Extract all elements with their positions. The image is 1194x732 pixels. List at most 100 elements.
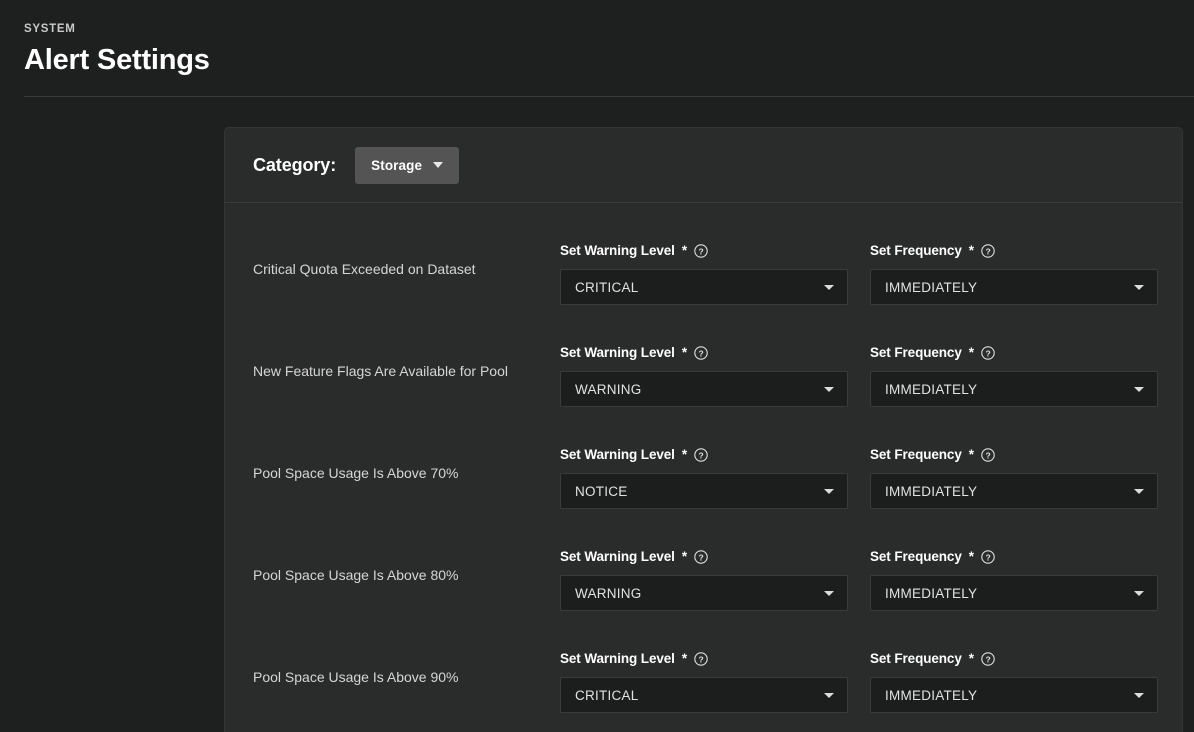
warning-level-label: Set Warning Level * ? — [560, 447, 848, 463]
warning-level-select[interactable]: WARNING — [560, 575, 848, 611]
card-header: Category: Storage — [225, 128, 1182, 203]
required-mark: * — [682, 345, 687, 361]
warning-level-field: Set Warning Level * ? CRITICAL — [560, 243, 848, 305]
alert-settings-card: Category: Storage Critical Quota Exceede… — [224, 127, 1183, 732]
help-circle-icon[interactable]: ? — [694, 550, 708, 564]
warning-level-label: Set Warning Level * ? — [560, 549, 848, 565]
frequency-value: IMMEDIATELY — [885, 688, 977, 703]
help-circle-icon[interactable]: ? — [981, 448, 995, 462]
caret-down-icon — [1134, 693, 1144, 698]
alert-name: Pool Space Usage Is Above 90% — [253, 668, 560, 713]
warning-level-label: Set Warning Level * ? — [560, 345, 848, 361]
required-mark: * — [969, 345, 974, 361]
caret-down-icon — [824, 693, 834, 698]
required-mark: * — [682, 651, 687, 667]
frequency-label: Set Frequency * ? — [870, 345, 1158, 361]
required-mark: * — [682, 549, 687, 565]
frequency-label: Set Frequency * ? — [870, 651, 1158, 667]
required-mark: * — [969, 549, 974, 565]
frequency-value: IMMEDIATELY — [885, 586, 977, 601]
alert-name: Pool Space Usage Is Above 80% — [253, 566, 560, 611]
svg-text:?: ? — [985, 450, 990, 460]
table-row: Pool Space Usage Is Above 70% Set Warnin… — [225, 407, 1182, 509]
caret-down-icon — [824, 591, 834, 596]
warning-level-label-text: Set Warning Level — [560, 549, 675, 565]
svg-text:?: ? — [985, 246, 990, 256]
frequency-value: IMMEDIATELY — [885, 280, 977, 295]
warning-level-label: Set Warning Level * ? — [560, 243, 848, 259]
category-dropdown-value: Storage — [371, 158, 422, 173]
warning-level-select[interactable]: CRITICAL — [560, 677, 848, 713]
warning-level-value: NOTICE — [575, 484, 628, 499]
table-row: Critical Quota Exceeded on Dataset Set W… — [225, 203, 1182, 305]
caret-down-icon — [1134, 489, 1144, 494]
help-circle-icon[interactable]: ? — [981, 346, 995, 360]
svg-text:?: ? — [698, 450, 703, 460]
category-dropdown[interactable]: Storage — [355, 147, 459, 184]
required-mark: * — [969, 243, 974, 259]
required-mark: * — [682, 243, 687, 259]
help-circle-icon[interactable]: ? — [981, 244, 995, 258]
svg-text:?: ? — [985, 348, 990, 358]
warning-level-field: Set Warning Level * ? CRITICAL — [560, 651, 848, 713]
alert-rows: Critical Quota Exceeded on Dataset Set W… — [225, 203, 1182, 713]
svg-text:?: ? — [985, 654, 990, 664]
svg-text:?: ? — [698, 246, 703, 256]
alert-name: Critical Quota Exceeded on Dataset — [253, 260, 560, 305]
frequency-label-text: Set Frequency — [870, 243, 962, 259]
svg-text:?: ? — [698, 348, 703, 358]
warning-level-label-text: Set Warning Level — [560, 243, 675, 259]
help-circle-icon[interactable]: ? — [694, 244, 708, 258]
warning-level-label-text: Set Warning Level — [560, 345, 675, 361]
warning-level-field: Set Warning Level * ? NOTICE — [560, 447, 848, 509]
required-mark: * — [682, 447, 687, 463]
warning-level-select[interactable]: CRITICAL — [560, 269, 848, 305]
frequency-label-text: Set Frequency — [870, 345, 962, 361]
frequency-select[interactable]: IMMEDIATELY — [870, 371, 1158, 407]
frequency-select[interactable]: IMMEDIATELY — [870, 269, 1158, 305]
frequency-field: Set Frequency * ? IMMEDIATELY — [870, 243, 1158, 305]
frequency-label-text: Set Frequency — [870, 549, 962, 565]
warning-level-label-text: Set Warning Level — [560, 651, 675, 667]
help-circle-icon[interactable]: ? — [694, 652, 708, 666]
frequency-label: Set Frequency * ? — [870, 549, 1158, 565]
frequency-label: Set Frequency * ? — [870, 243, 1158, 259]
required-mark: * — [969, 447, 974, 463]
caret-down-icon — [824, 387, 834, 392]
alert-name: New Feature Flags Are Available for Pool — [253, 362, 560, 407]
warning-level-value: WARNING — [575, 586, 642, 601]
frequency-select[interactable]: IMMEDIATELY — [870, 677, 1158, 713]
help-circle-icon[interactable]: ? — [981, 652, 995, 666]
caret-down-icon — [824, 489, 834, 494]
chevron-down-icon — [433, 162, 443, 168]
warning-level-label: Set Warning Level * ? — [560, 651, 848, 667]
frequency-field: Set Frequency * ? IMMEDIATELY — [870, 447, 1158, 509]
table-row: Pool Space Usage Is Above 80% Set Warnin… — [225, 509, 1182, 611]
frequency-label-text: Set Frequency — [870, 651, 962, 667]
frequency-label-text: Set Frequency — [870, 447, 962, 463]
warning-level-select[interactable]: NOTICE — [560, 473, 848, 509]
warning-level-value: CRITICAL — [575, 688, 639, 703]
warning-level-value: CRITICAL — [575, 280, 639, 295]
alert-name: Pool Space Usage Is Above 70% — [253, 464, 560, 509]
help-circle-icon[interactable]: ? — [694, 346, 708, 360]
table-row: Pool Space Usage Is Above 90% Set Warnin… — [225, 611, 1182, 713]
help-circle-icon[interactable]: ? — [981, 550, 995, 564]
frequency-field: Set Frequency * ? IMMEDIATELY — [870, 345, 1158, 407]
page-header: SYSTEM Alert Settings — [0, 0, 1194, 97]
caret-down-icon — [824, 285, 834, 290]
header-divider — [24, 96, 1194, 97]
warning-level-label-text: Set Warning Level — [560, 447, 675, 463]
frequency-field: Set Frequency * ? IMMEDIATELY — [870, 549, 1158, 611]
frequency-select[interactable]: IMMEDIATELY — [870, 473, 1158, 509]
required-mark: * — [969, 651, 974, 667]
frequency-value: IMMEDIATELY — [885, 484, 977, 499]
svg-text:?: ? — [698, 552, 703, 562]
svg-text:?: ? — [698, 654, 703, 664]
warning-level-select[interactable]: WARNING — [560, 371, 848, 407]
frequency-label: Set Frequency * ? — [870, 447, 1158, 463]
help-circle-icon[interactable]: ? — [694, 448, 708, 462]
frequency-select[interactable]: IMMEDIATELY — [870, 575, 1158, 611]
frequency-field: Set Frequency * ? IMMEDIATELY — [870, 651, 1158, 713]
caret-down-icon — [1134, 387, 1144, 392]
